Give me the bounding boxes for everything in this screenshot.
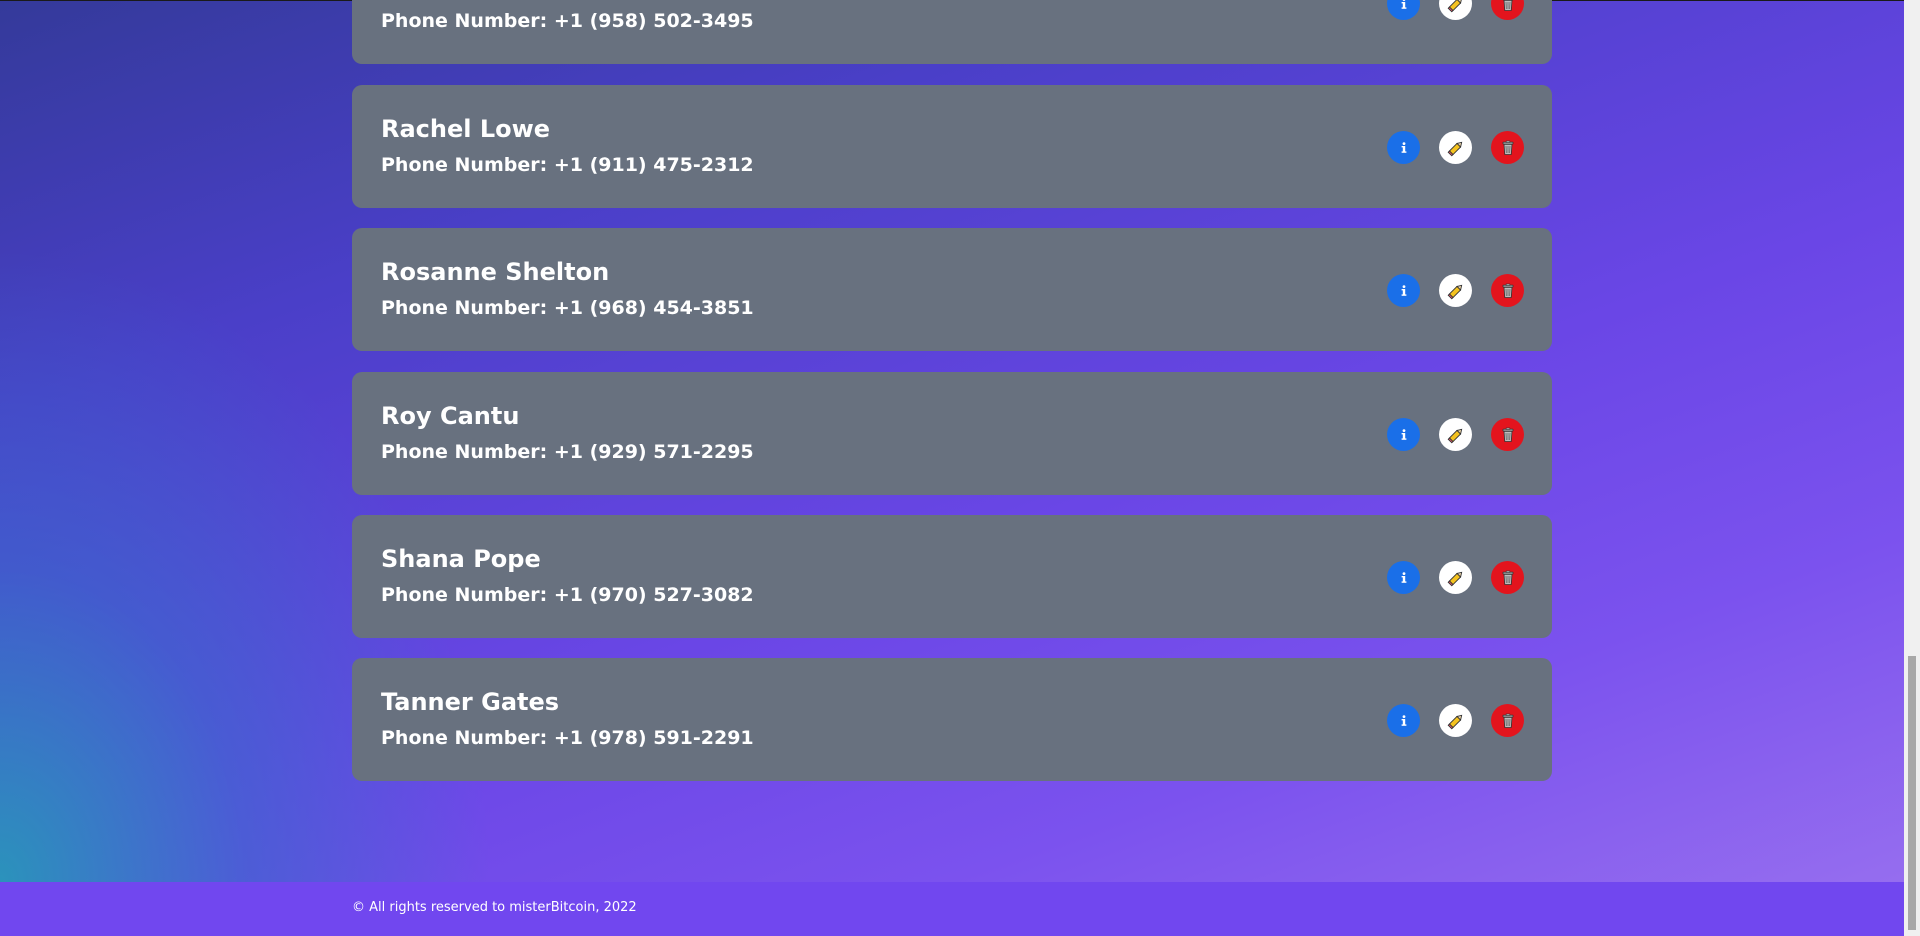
contact-actions: [1387, 0, 1524, 20]
details-button[interactable]: [1387, 0, 1420, 20]
contact-actions: [1387, 418, 1524, 451]
edit-button[interactable]: [1439, 704, 1472, 737]
contact-card[interactable]: Rosanne Shelton Phone Number: +1 (968) 4…: [352, 228, 1552, 351]
pencil-icon: [1447, 141, 1462, 156]
pencil-icon: [1447, 0, 1462, 12]
info-icon: [1401, 714, 1406, 726]
contact-name: Rachel Lowe: [381, 115, 551, 143]
contact-phone: Phone Number: +1 (911) 475-2312: [381, 154, 754, 176]
contact-card[interactable]: Roy Cantu Phone Number: +1 (929) 571-229…: [352, 372, 1552, 495]
contact-name: Roy Cantu: [381, 402, 520, 430]
contact-actions: [1387, 274, 1524, 307]
contact-phone: Phone Number: +1 (970) 527-3082: [381, 584, 754, 606]
contact-name: Tanner Gates: [381, 688, 560, 716]
edit-button[interactable]: [1439, 561, 1472, 594]
info-icon: [1401, 571, 1406, 583]
contact-phone: Phone Number: +1 (978) 591-2291: [381, 727, 754, 749]
trash-icon: [1503, 0, 1512, 11]
info-icon: [1401, 141, 1406, 153]
contact-actions: [1387, 561, 1524, 594]
details-button[interactable]: [1387, 274, 1420, 307]
pencil-icon: [1447, 284, 1462, 299]
delete-button[interactable]: [1491, 274, 1524, 307]
page-footer: © All rights reserved to misterBitcoin, …: [0, 882, 1904, 936]
copyright-text: © All rights reserved to misterBitcoin, …: [352, 900, 637, 915]
info-icon: [1401, 428, 1406, 440]
edit-button[interactable]: [1439, 0, 1472, 20]
edit-button[interactable]: [1439, 418, 1472, 451]
contact-phone: Phone Number: +1 (929) 571-2295: [381, 441, 754, 463]
details-button[interactable]: [1387, 704, 1420, 737]
contact-card[interactable]: Tanner Gates Phone Number: +1 (978) 591-…: [352, 658, 1552, 781]
trash-icon: [1502, 140, 1513, 155]
delete-button[interactable]: [1491, 418, 1524, 451]
contact-card[interactable]: Phone Number: +1 (958) 502-3495: [352, 0, 1552, 64]
delete-button[interactable]: [1491, 704, 1524, 737]
trash-icon: [1502, 570, 1513, 585]
trash-icon: [1502, 427, 1513, 442]
delete-button[interactable]: [1491, 131, 1524, 164]
contact-actions: [1387, 704, 1524, 737]
trash-icon: [1502, 283, 1513, 298]
contact-phone: Phone Number: +1 (958) 502-3495: [381, 10, 754, 32]
pencil-icon: [1447, 428, 1462, 443]
vertical-scrollbar[interactable]: [1904, 0, 1920, 936]
trash-icon: [1502, 713, 1513, 728]
edit-button[interactable]: [1439, 274, 1472, 307]
pencil-icon: [1447, 714, 1462, 729]
details-button[interactable]: [1387, 418, 1420, 451]
edit-button[interactable]: [1439, 131, 1472, 164]
details-button[interactable]: [1387, 561, 1420, 594]
info-icon: [1401, 284, 1406, 296]
contact-name: Shana Pope: [381, 545, 541, 573]
contact-card[interactable]: Shana Pope Phone Number: +1 (970) 527-30…: [352, 515, 1552, 638]
contact-actions: [1387, 131, 1524, 164]
details-button[interactable]: [1387, 131, 1420, 164]
pencil-icon: [1447, 571, 1462, 586]
contact-card[interactable]: Rachel Lowe Phone Number: +1 (911) 475-2…: [352, 85, 1552, 208]
delete-button[interactable]: [1491, 561, 1524, 594]
scrollbar-thumb[interactable]: [1908, 656, 1916, 930]
info-icon: [1401, 0, 1406, 9]
contact-phone: Phone Number: +1 (968) 454-3851: [381, 297, 754, 319]
delete-button[interactable]: [1491, 0, 1524, 20]
contact-name: Rosanne Shelton: [381, 258, 610, 286]
